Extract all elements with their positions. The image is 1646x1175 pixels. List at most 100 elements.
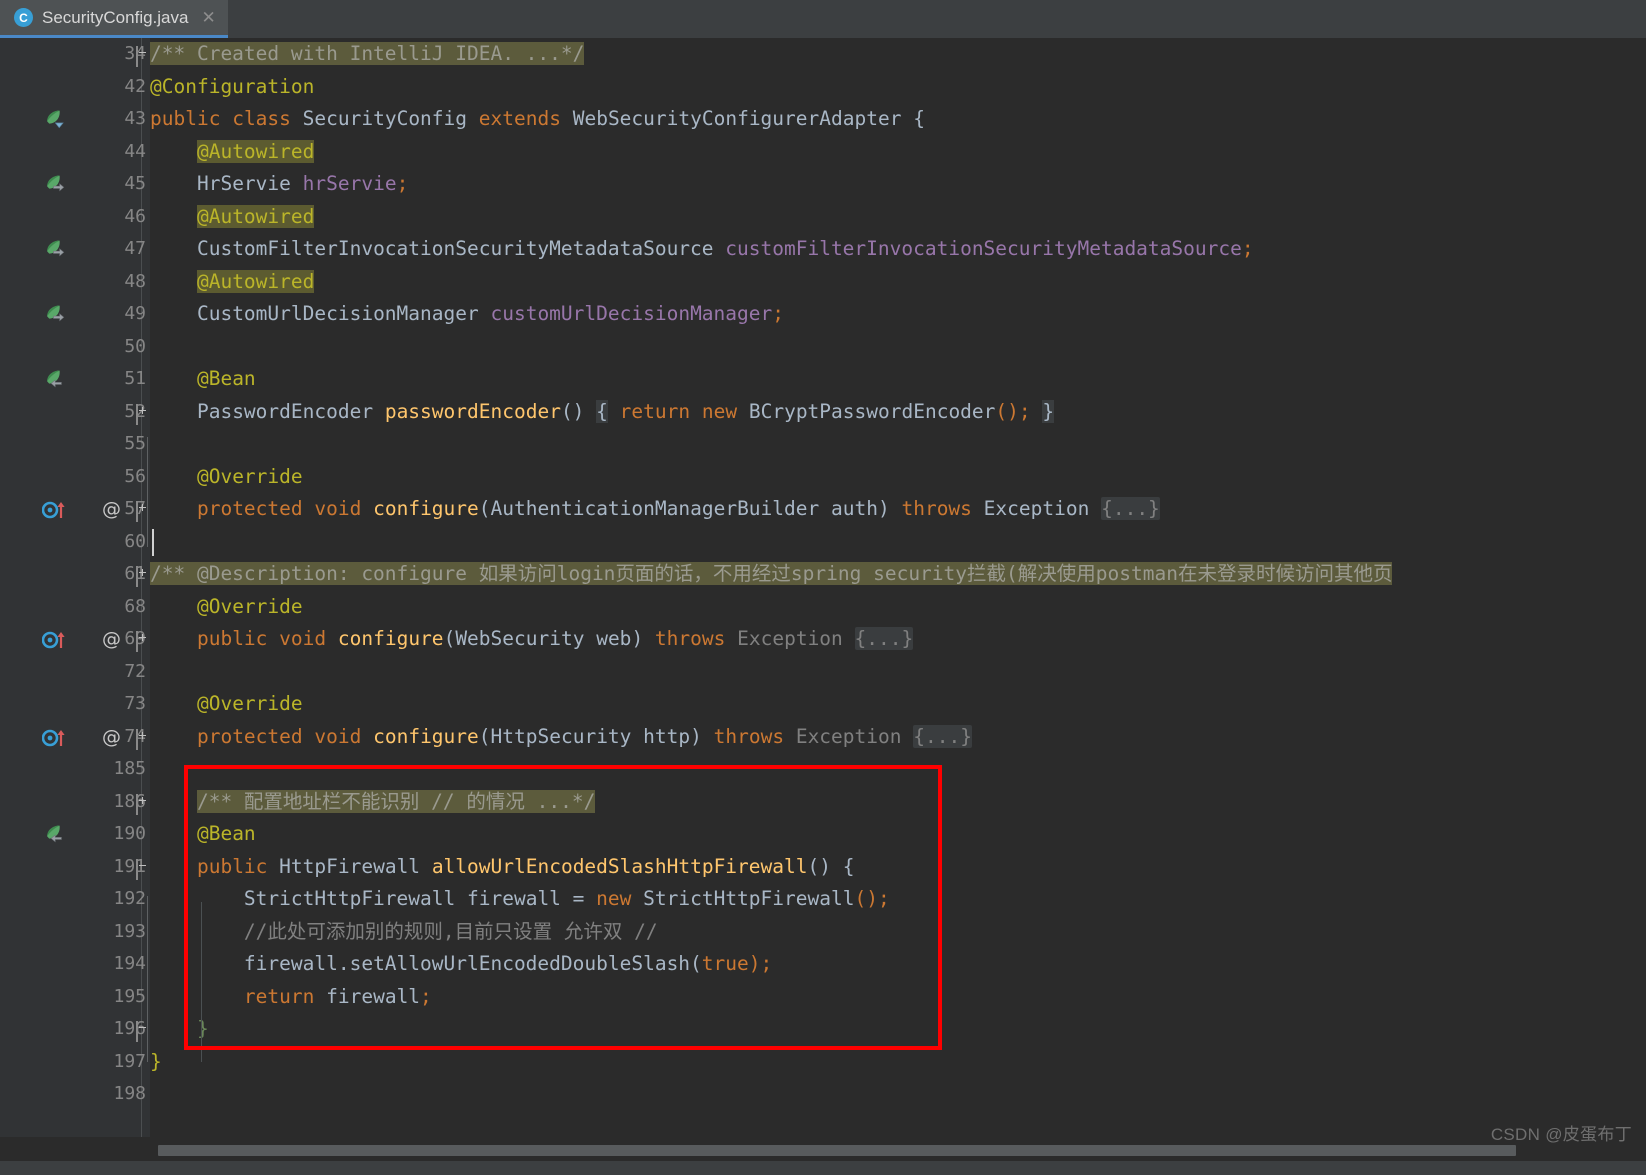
code-line[interactable]: 68 @Override	[0, 591, 1646, 624]
code-text: protected void configure(HttpSecurity ht…	[196, 724, 972, 748]
horizontal-scrollbar-thumb[interactable]	[158, 1145, 1516, 1156]
gutter-icons	[44, 851, 148, 884]
code-line[interactable]: 48 @Autowired	[0, 266, 1646, 299]
java-class-icon: C	[14, 8, 33, 27]
code-line[interactable]: 185	[0, 753, 1646, 786]
spring-bean-icon[interactable]	[44, 174, 65, 194]
code-line[interactable]: 56 @Override	[0, 461, 1646, 494]
gutter-icons	[44, 201, 148, 234]
code-line[interactable]: 49 CustomUrlDecisionManager customUrlDec…	[0, 298, 1646, 331]
code-text: public void configure(WebSecurity web) t…	[196, 627, 914, 650]
code-text: PasswordEncoder passwordEncoder() { retu…	[196, 399, 1055, 423]
tab-securityconfig-java[interactable]: C SecurityConfig.java ✕	[0, 0, 228, 38]
gutter-icons	[44, 136, 148, 169]
fold-collapse-icon[interactable]	[136, 858, 138, 880]
code-line[interactable]: 190 @Bean	[0, 818, 1646, 851]
indent-guide	[201, 902, 202, 1062]
code-line[interactable]: 57@ protected void configure(Authenticat…	[0, 493, 1646, 526]
gutter-icons	[44, 461, 148, 494]
code-text: @Override	[196, 464, 303, 488]
gutter-icons	[44, 981, 148, 1014]
code-line[interactable]: 34/** Created with IntelliJ IDEA. ...*/	[0, 38, 1646, 71]
code-line[interactable]: 55	[0, 428, 1646, 461]
code-text: firewall.setAllowUrlEncodedDoubleSlash(t…	[243, 952, 773, 975]
code-text: CustomUrlDecisionManager customUrlDecisi…	[196, 302, 784, 325]
code-line[interactable]: 60	[0, 526, 1646, 559]
code-text: }	[150, 1049, 162, 1073]
code-line[interactable]: 198	[0, 1078, 1646, 1111]
code-line[interactable]: 197}	[0, 1046, 1646, 1079]
fold-collapse-icon[interactable]	[136, 46, 138, 67]
code-editor[interactable]: 34/** Created with IntelliJ IDEA. ...*/4…	[0, 38, 1646, 1175]
overriding-method-icon[interactable]	[41, 727, 72, 749]
code-line[interactable]: 74@ protected void configure(HttpSecurit…	[0, 721, 1646, 754]
annotation-marker-icon[interactable]: @	[102, 493, 121, 526]
gutter-icons	[44, 233, 148, 266]
spring-bean-icon[interactable]	[44, 304, 65, 324]
code-line[interactable]: 186 /** 配置地址栏不能识别 // 的情况 ...*/	[0, 786, 1646, 819]
code-line[interactable]: 43 public class SecurityConfig extends We…	[0, 103, 1646, 136]
fold-guide-line	[147, 896, 148, 1062]
fold-expand-icon[interactable]	[136, 501, 138, 522]
spring-bean-icon[interactable]	[44, 369, 64, 389]
code-line[interactable]: 69@ public void configure(WebSecurity we…	[0, 623, 1646, 656]
code-line[interactable]: 191 public HttpFirewall allowUrlEncodedS…	[0, 851, 1646, 884]
gutter-icons	[44, 103, 148, 136]
gutter-icons	[44, 818, 148, 851]
code-text: protected void configure(AuthenticationM…	[196, 497, 1160, 520]
fold-expand-icon[interactable]	[136, 793, 138, 815]
code-line[interactable]: 73 @Override	[0, 688, 1646, 721]
code-text: StrictHttpFirewall firewall = new Strict…	[243, 887, 890, 910]
code-line[interactable]: 196 }	[0, 1013, 1646, 1046]
fold-expand-icon[interactable]	[136, 403, 138, 425]
fold-expand-icon[interactable]	[136, 566, 138, 587]
tab-label: SecurityConfig.java	[42, 7, 189, 27]
code-text: return firewall;	[243, 984, 432, 1008]
spring-bean-icon[interactable]	[44, 239, 65, 259]
gutter-icons	[44, 656, 148, 689]
gutter-icons	[44, 428, 148, 461]
code-line[interactable]: 195 return firewall;	[0, 981, 1646, 1014]
code-line[interactable]: 45 HrServie hrServie;	[0, 168, 1646, 201]
code-line[interactable]: 194 firewall.setAllowUrlEncodedDoubleSla…	[0, 948, 1646, 981]
gutter-icons: @	[41, 623, 148, 656]
code-line[interactable]: 52 PasswordEncoder passwordEncoder() { r…	[0, 396, 1646, 429]
spring-bean-icon[interactable]	[44, 824, 64, 844]
overriding-method-icon[interactable]	[41, 629, 72, 651]
fold-expand-icon[interactable]	[136, 631, 138, 652]
code-line[interactable]: 192 StrictHttpFirewall firewall = new St…	[0, 883, 1646, 916]
code-line[interactable]: 47 CustomFilterInvocationSecurityMetadat…	[0, 233, 1646, 266]
gutter-icons	[44, 331, 148, 364]
code-text: /** Created with IntelliJ IDEA. ...*/	[150, 42, 585, 65]
code-line[interactable]: 42 @Configuration	[0, 71, 1646, 104]
code-line[interactable]: 50	[0, 331, 1646, 364]
gutter-icons	[44, 38, 148, 71]
code-line[interactable]: 72	[0, 656, 1646, 689]
code-text: /** 配置地址栏不能识别 // 的情况 ...*/	[196, 789, 596, 813]
fold-collapse-end-icon[interactable]	[136, 1021, 138, 1042]
code-line[interactable]: 51 @Bean	[0, 363, 1646, 396]
code-text: public HttpFirewall allowUrlEncodedSlash…	[196, 854, 855, 878]
fold-guide-line	[147, 437, 148, 547]
code-line[interactable]: 44 @Autowired	[0, 136, 1646, 169]
annotation-marker-icon[interactable]: @	[102, 721, 121, 754]
close-icon[interactable]: ✕	[201, 9, 215, 26]
code-text: CustomFilterInvocationSecurityMetadataSo…	[196, 237, 1254, 260]
gutter-icons	[44, 266, 148, 299]
gutter-icons	[44, 71, 148, 104]
gutter-icons	[44, 688, 148, 721]
watermark: CSDN @皮蛋布丁	[1490, 1125, 1632, 1144]
annotation-marker-icon[interactable]: @	[102, 623, 121, 656]
fold-expand-icon[interactable]	[136, 728, 138, 750]
code-line[interactable]: 193 //此处可添加别的规则,目前只设置 允许双 //	[0, 916, 1646, 949]
overriding-method-icon[interactable]	[41, 499, 72, 521]
gutter-icons: @	[41, 721, 148, 754]
code-line[interactable]: 61/** @Description: configure 如果访问login页…	[0, 558, 1646, 591]
code-text: //此处可添加别的规则,目前只设置 允许双 //	[243, 919, 658, 943]
code-line[interactable]: 46 @Autowired	[0, 201, 1646, 234]
code-text: @Configuration	[150, 74, 315, 98]
code-text: public class SecurityConfig extends WebS…	[150, 107, 925, 130]
gutter-icons	[44, 1046, 148, 1079]
editor-bottom-strip	[0, 1161, 1646, 1175]
spring-bean-icon[interactable]	[44, 109, 64, 129]
